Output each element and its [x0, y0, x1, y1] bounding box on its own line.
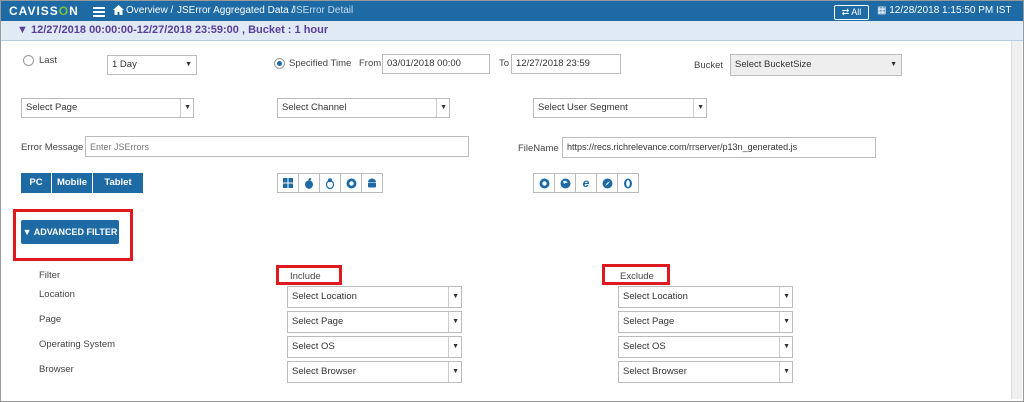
browser-label: Browser — [39, 364, 74, 375]
from-date-input[interactable]: 03/01/2018 00:00 — [382, 54, 490, 74]
user-segment-select[interactable]: Select User Segment ▼ — [533, 98, 707, 118]
android-icon[interactable] — [361, 173, 383, 193]
specified-time-radio[interactable] — [274, 58, 285, 69]
switch-icon: ⇄ — [841, 7, 850, 17]
include-page-select[interactable]: Select Page ▼ — [287, 311, 462, 333]
ie-icon[interactable]: e — [575, 173, 597, 193]
advanced-filter-button[interactable]: ▼ ADVANCED FILTER — [21, 220, 119, 244]
breadcrumb-jserror-aggregated[interactable]: JSError Aggregated Data / — [177, 5, 294, 16]
breadcrumb-overview[interactable]: Overview / — [126, 5, 173, 16]
error-message-label: Error Message — [21, 142, 84, 153]
opera-icon[interactable] — [617, 173, 639, 193]
to-label: To — [499, 58, 510, 69]
current-datetime: ▦ 12/28/2018 1:15:50 PM IST — [877, 5, 1012, 16]
include-label: Include — [290, 271, 321, 282]
error-message-input[interactable] — [85, 136, 469, 157]
filename-input[interactable]: https://recs.richrelevance.com/rrserver/… — [562, 137, 876, 158]
filename-label: FileName — [518, 143, 559, 154]
include-browser-select[interactable]: Select Browser ▼ — [287, 361, 462, 383]
browser-icon-group: e — [533, 173, 639, 193]
calendar-icon: ▦ — [877, 5, 887, 16]
logo: CAVISSON — [9, 4, 79, 18]
breadcrumb-jserror-detail: JSError Detail — [291, 5, 354, 16]
os-icon-group — [277, 173, 383, 193]
device-tablet-button[interactable]: Tablet — [93, 173, 143, 193]
bucket-select[interactable]: Select BucketSize ▼ — [730, 54, 902, 76]
home-icon[interactable] — [113, 5, 124, 18]
page-select[interactable]: Select Page ▼ — [21, 98, 194, 118]
all-button[interactable]: ⇄ All — [834, 5, 869, 20]
to-date-input[interactable]: 12/27/2018 23:59 — [511, 54, 621, 74]
chrome-os-icon[interactable] — [340, 173, 362, 193]
exclude-location-select[interactable]: Select Location ▼ — [618, 286, 793, 308]
filter-summary-bar: ▼ 12/27/2018 00:00:00-12/27/2018 23:59:0… — [1, 21, 1023, 41]
last-duration-select[interactable]: 1 Day ▼ — [107, 55, 197, 75]
chrome-icon[interactable] — [533, 173, 555, 193]
page-label: Page — [39, 314, 62, 325]
from-label: From — [359, 58, 382, 69]
include-location-select[interactable]: Select Location ▼ — [287, 286, 462, 308]
include-os-select[interactable]: Select OS ▼ — [287, 336, 462, 358]
filter-summary: ▼ 12/27/2018 00:00:00-12/27/2018 23:59:0… — [17, 24, 329, 36]
exclude-label: Exclude — [620, 271, 654, 282]
specified-time-label: Specified Time — [289, 58, 352, 69]
device-pc-button[interactable]: PC — [21, 173, 52, 193]
funnel-icon: ▼ — [22, 227, 32, 237]
exclude-browser-select[interactable]: Select Browser ▼ — [618, 361, 793, 383]
bucket-label: Bucket — [694, 60, 724, 71]
location-label: Location — [39, 289, 75, 300]
funnel-icon: ▼ — [17, 24, 28, 36]
device-toggle: PC Mobile Tablet — [21, 173, 143, 193]
channel-select[interactable]: Select Channel ▼ — [277, 98, 450, 118]
os-label: Operating System — [39, 339, 116, 350]
firefox-icon[interactable] — [554, 173, 576, 193]
filter-label: Filter — [39, 270, 61, 281]
top-navbar: CAVISSON Overview / JSError Aggregated D… — [1, 1, 1023, 21]
vertical-scrollbar[interactable] — [1011, 41, 1022, 399]
apple-icon[interactable] — [298, 173, 320, 193]
last-label: Last — [39, 55, 57, 66]
safari-icon[interactable] — [596, 173, 618, 193]
app-window: CAVISSON Overview / JSError Aggregated D… — [0, 0, 1024, 402]
windows-icon[interactable] — [277, 173, 299, 193]
linux-icon[interactable] — [319, 173, 341, 193]
device-mobile-button[interactable]: Mobile — [52, 173, 93, 193]
exclude-os-select[interactable]: Select OS ▼ — [618, 336, 793, 358]
exclude-page-select[interactable]: Select Page ▼ — [618, 311, 793, 333]
last-radio[interactable] — [23, 55, 34, 66]
menu-icon[interactable] — [93, 5, 105, 17]
